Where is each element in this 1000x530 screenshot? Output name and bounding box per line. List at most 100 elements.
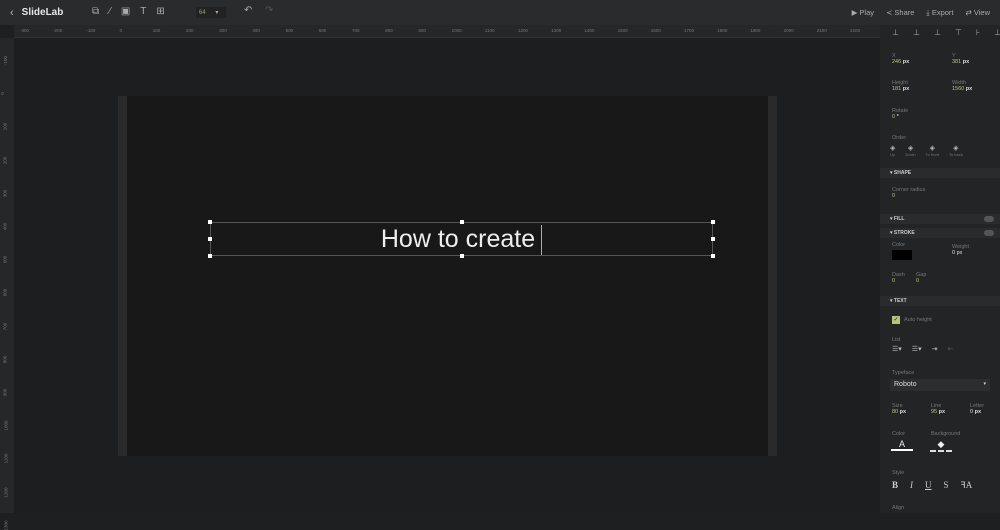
- ruler-tick-label: 500: [285, 28, 294, 33]
- order-back-button[interactable]: ◈ To back: [949, 144, 963, 157]
- ruler-tick-label: 1400: [584, 28, 595, 33]
- fill-toggle[interactable]: [984, 216, 994, 222]
- case-button[interactable]: ꟻA: [961, 480, 973, 491]
- ruler-tick-label: 1500: [617, 28, 628, 33]
- horizontal-ruler: -300 -200 -100 0 100 200 300 400 500 600 700 800 900…: [14, 25, 880, 38]
- ruler-tick-label: 1700: [684, 28, 695, 33]
- gap-value[interactable]: 0: [916, 278, 926, 284]
- section-fill[interactable]: ▾ FILL: [880, 214, 1000, 224]
- y-value[interactable]: 381 px: [952, 59, 969, 65]
- dash-value[interactable]: 0: [892, 278, 905, 284]
- ruler-tick-label: 300: [2, 189, 8, 198]
- font-size-value[interactable]: 80 px: [892, 409, 906, 415]
- resize-handle[interactable]: [460, 220, 464, 224]
- text-box[interactable]: How to create: [208, 220, 715, 258]
- ruler-tick-label: -100: [3, 55, 9, 66]
- ruler-tick-label: 1300: [551, 28, 562, 33]
- resize-handle[interactable]: [208, 254, 212, 258]
- stroke-toggle[interactable]: [984, 230, 994, 236]
- ruler-tick-label: 1000: [451, 28, 462, 33]
- redo-icon[interactable]: ↷: [265, 5, 273, 16]
- stroke-color-swatch[interactable]: [892, 250, 912, 260]
- width-value[interactable]: 1560 px: [952, 86, 972, 92]
- ruler-tick-label: 600: [2, 289, 8, 297]
- ruler-tick-label: 1100: [484, 28, 495, 33]
- indent-icon[interactable]: ⇥: [932, 345, 938, 353]
- shapes-icon[interactable]: ⧉: [92, 6, 99, 17]
- ruler-tick-label: -300: [20, 28, 30, 33]
- play-button[interactable]: ▶ Play: [852, 8, 874, 18]
- underline-button[interactable]: U: [925, 480, 932, 491]
- ruler-tick-label: 400: [2, 222, 8, 231]
- properties-panel: ⊥⊥⊥⊤⊦⊥ X246 px Y381 px Height181 px Widt…: [880, 25, 1000, 513]
- undo-icon[interactable]: ↶: [244, 5, 252, 16]
- order-down-button[interactable]: ◈ Down: [905, 144, 915, 157]
- ruler-tick-label: 1600: [650, 28, 661, 33]
- bullet-list-icon[interactable]: ☰▾: [912, 345, 922, 353]
- ruler-tick-label: 2100: [816, 28, 827, 33]
- order-front-button[interactable]: ◈ To front: [926, 144, 939, 157]
- section-shape[interactable]: ▾ SHAPE: [880, 168, 1000, 178]
- ruler-tick-label: 1900: [750, 28, 761, 33]
- ruler-tick-label: 800: [385, 28, 393, 33]
- align-icons[interactable]: ⊥⊥⊥⊤⊦⊥: [892, 28, 1000, 37]
- ruler-tick-label: 200: [186, 28, 194, 33]
- resize-handle[interactable]: [711, 237, 715, 241]
- ruler-tick-label: -200: [53, 28, 63, 33]
- ruler-tick-label: 1300: [3, 520, 9, 530]
- ruler-tick-label: 0: [119, 28, 123, 33]
- ruler-tick-label: 700: [2, 322, 8, 330]
- ruler-tick-label: 100: [2, 123, 8, 131]
- strikethrough-button[interactable]: S: [944, 480, 949, 491]
- background-color-button[interactable]: ◆: [930, 439, 952, 452]
- ruler-tick-label: 1800: [717, 28, 728, 33]
- top-bar: ‹ SlideLab ⧉ ⁄ ▣ T ⊞ 64 ▾ ↶ ↷ ▶ Play ≺ S…: [0, 0, 1000, 25]
- ruler-tick-label: -100: [86, 28, 96, 33]
- resize-handle[interactable]: [208, 220, 212, 224]
- bold-button[interactable]: B: [892, 480, 898, 491]
- ruler-tick-label: 2200: [850, 28, 861, 33]
- ruler-tick-label: 800: [2, 355, 8, 364]
- zoom-select[interactable]: 64 ▾: [196, 7, 226, 18]
- ruler-tick-label: 500: [2, 255, 8, 264]
- resize-handle[interactable]: [711, 220, 715, 224]
- resize-handle[interactable]: [208, 237, 212, 241]
- line-icon[interactable]: ⁄: [109, 6, 111, 17]
- order-up-button[interactable]: ◈ Up: [890, 144, 895, 157]
- stroke-weight-value[interactable]: 0 px: [952, 250, 969, 256]
- slide[interactable]: [118, 96, 777, 456]
- ruler-tick-label: 1000: [3, 420, 9, 431]
- section-stroke[interactable]: ▾ STROKE: [880, 228, 1000, 238]
- text-caret: [541, 225, 543, 256]
- chevron-down-icon: ▾: [983, 381, 986, 387]
- outdent-icon[interactable]: ⇤: [947, 345, 953, 353]
- ruler-tick-label: 1100: [3, 454, 9, 464]
- view-button[interactable]: ⇄ View: [966, 8, 991, 18]
- resize-handle[interactable]: [460, 254, 464, 258]
- resize-handle[interactable]: [711, 254, 715, 258]
- ruler-tick-label: 900: [2, 388, 8, 397]
- text-icon[interactable]: T: [140, 6, 146, 17]
- ruler-tick-label: 600: [318, 28, 327, 33]
- ruler-tick-label: 1200: [3, 487, 9, 498]
- height-value[interactable]: 181 px: [892, 86, 909, 92]
- typeface-select[interactable]: Roboto ▾: [890, 379, 990, 391]
- letter-spacing-value[interactable]: 0 px: [970, 409, 984, 415]
- numbered-list-icon[interactable]: ☰▾: [892, 345, 902, 353]
- auto-height-checkbox[interactable]: ✓: [892, 316, 900, 324]
- x-value[interactable]: 246 px: [892, 59, 909, 65]
- corner-radius-value[interactable]: 0: [892, 193, 925, 199]
- section-text[interactable]: ▾ TEXT: [880, 296, 1000, 306]
- line-height-value[interactable]: 95 px: [931, 409, 945, 415]
- rotate-value[interactable]: 0 °: [892, 114, 908, 120]
- back-icon[interactable]: ‹: [10, 7, 14, 19]
- vertical-ruler: -100 0 100 200 300 400 500 600 700 800 900 1000 1100…: [0, 38, 14, 530]
- table-icon[interactable]: ⊞: [156, 6, 164, 17]
- export-button[interactable]: ⤓ Export: [926, 8, 953, 18]
- app-title: SlideLab: [21, 7, 64, 18]
- image-icon[interactable]: ▣: [121, 6, 130, 17]
- share-button[interactable]: ≺ Share: [886, 8, 914, 18]
- italic-button[interactable]: I: [910, 480, 913, 491]
- slide-text[interactable]: How to create: [381, 225, 535, 253]
- text-color-button[interactable]: A: [891, 439, 913, 451]
